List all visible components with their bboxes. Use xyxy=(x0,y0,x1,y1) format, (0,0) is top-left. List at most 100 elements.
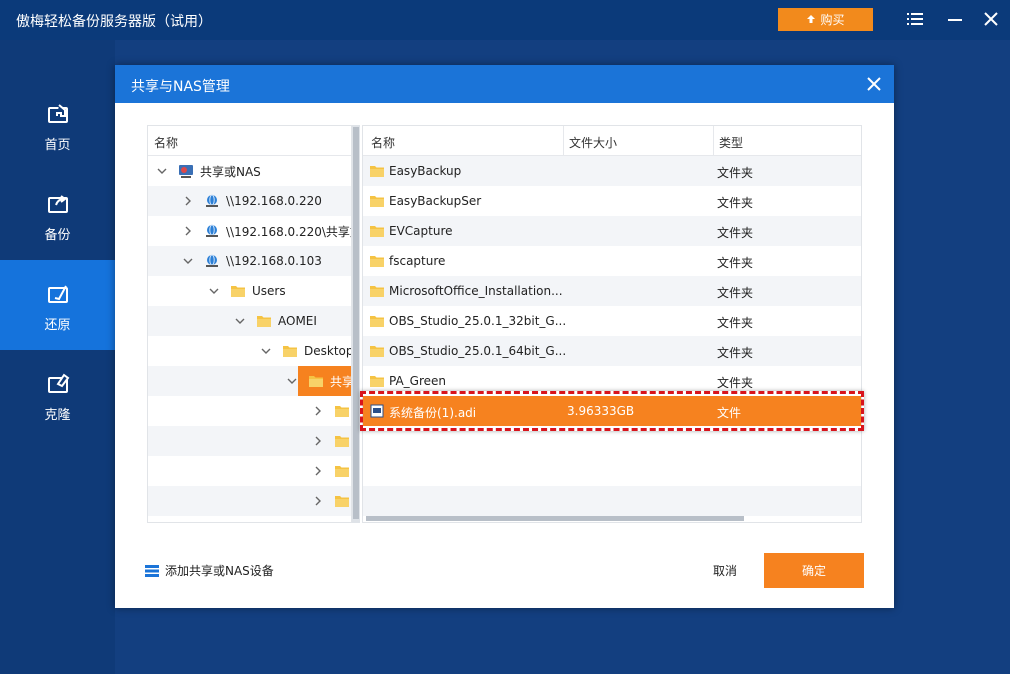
file-type: 文件夹 xyxy=(717,166,754,180)
file-row[interactable]: MicrosoftOffice_Installation... 文件夹 xyxy=(363,276,861,306)
tree-item[interactable]: \\192.168.0.220 xyxy=(148,186,351,216)
chevron-down-icon[interactable] xyxy=(286,375,298,387)
tree-item-label: AOMEI xyxy=(278,314,317,328)
list-horizontal-scrollbar[interactable] xyxy=(366,516,744,521)
selection-highlight xyxy=(360,391,864,431)
file-type: 文件夹 xyxy=(717,346,754,360)
sidebar-item-label: 还原 xyxy=(44,318,71,333)
chevron-down-icon[interactable] xyxy=(208,285,220,297)
tree-item[interactable] xyxy=(148,396,351,426)
sidebar: 首页 备份 还原 克隆 xyxy=(0,40,115,674)
folder-tree[interactable]: 名称 共享或NAS \\192.168.0.220 \\192.168.0.220\… xyxy=(147,125,352,523)
tree-item[interactable] xyxy=(148,456,351,486)
file-row[interactable]: OBS_Studio_25.0.1_32bit_G... 文件夹 xyxy=(363,306,861,336)
tree-header-label: 名称 xyxy=(154,136,179,150)
sidebar-item-clone[interactable]: 克隆 xyxy=(0,350,115,440)
file-type: 文件夹 xyxy=(717,316,754,330)
chevron-right-icon[interactable] xyxy=(182,225,194,237)
tree-item-label: 共享 xyxy=(330,374,352,389)
tree-item[interactable]: \\192.168.0.220\共享文件夹 xyxy=(148,216,351,246)
share-nas-dialog: 共享与NAS管理 名称 共享或NAS \\192.168.0.220 \\192.1… xyxy=(115,65,894,608)
sidebar-item-restore[interactable]: 还原 xyxy=(0,260,115,350)
sidebar-item-label: 首页 xyxy=(44,138,71,153)
close-icon[interactable] xyxy=(982,10,1000,28)
file-name: EasyBackup xyxy=(389,164,462,178)
tree-item[interactable]: Desktop xyxy=(148,336,352,366)
folder-icon xyxy=(369,373,385,389)
chevron-down-icon[interactable] xyxy=(260,345,272,357)
chevron-right-icon[interactable] xyxy=(312,435,324,447)
network-icon xyxy=(204,193,220,209)
chevron-right-icon[interactable] xyxy=(182,195,194,207)
folder-icon xyxy=(369,163,385,179)
folder-icon xyxy=(334,493,350,509)
restore-icon xyxy=(48,285,68,303)
add-share-nas-label: 添加共享或NAS设备 xyxy=(165,564,274,578)
tree-item[interactable]: 共享或NAS xyxy=(148,156,351,186)
minimize-icon[interactable] xyxy=(946,10,964,28)
chevron-down-icon[interactable] xyxy=(182,255,194,267)
column-header-type[interactable]: 类型 xyxy=(719,134,743,151)
column-header-size[interactable]: 文件大小 xyxy=(569,134,617,151)
tree-item[interactable] xyxy=(148,486,351,516)
folder-icon xyxy=(369,283,385,299)
chevron-right-icon[interactable] xyxy=(312,465,324,477)
home-icon xyxy=(48,104,68,123)
dialog-title: 共享与NAS管理 xyxy=(131,79,230,95)
file-name: OBS_Studio_25.0.1_64bit_G... xyxy=(389,344,567,358)
file-name: fscapture xyxy=(389,254,446,268)
sidebar-item-home[interactable]: 首页 xyxy=(0,80,115,170)
sidebar-item-backup[interactable]: 备份 xyxy=(0,170,115,260)
tree-item-label: Users xyxy=(252,284,286,298)
tree-header: 名称 xyxy=(148,126,351,156)
tree-item[interactable]: AOMEI xyxy=(148,306,351,336)
tree-item[interactable]: Users xyxy=(148,276,351,306)
file-row[interactable]: EasyBackup 文件夹 xyxy=(363,156,861,186)
chevron-down-icon[interactable] xyxy=(234,315,246,327)
file-list[interactable]: 名称 文件大小 类型 EasyBackup 文件夹 EasyBackupSer 文件夹… xyxy=(362,125,862,523)
file-row[interactable]: fscapture 文件夹 xyxy=(363,246,861,276)
folder-icon xyxy=(230,283,246,299)
folder-icon xyxy=(369,223,385,239)
tree-item-label: Desktop xyxy=(304,344,352,358)
folder-icon xyxy=(256,313,272,329)
app-title: 傲梅轻松备份服务器版（试用） xyxy=(16,14,212,30)
folder-icon xyxy=(369,313,385,329)
folder-icon xyxy=(334,433,350,449)
file-name: EVCapture xyxy=(389,224,453,238)
dialog-header: 共享与NAS管理 xyxy=(115,65,894,103)
buy-label: 购买 xyxy=(820,13,845,27)
file-name: PA_Green xyxy=(389,374,447,388)
file-row[interactable]: EVCapture 文件夹 xyxy=(363,216,861,246)
clone-icon xyxy=(48,373,70,393)
chevron-down-icon[interactable] xyxy=(156,165,168,177)
chevron-right-icon[interactable] xyxy=(312,495,324,507)
dialog-close-icon[interactable] xyxy=(866,76,882,92)
file-row[interactable]: EasyBackupSer 文件夹 xyxy=(363,186,861,216)
nas-icon xyxy=(178,163,194,179)
file-type: 文件夹 xyxy=(717,226,754,240)
ok-button[interactable]: 确定 xyxy=(764,553,864,588)
tree-item[interactable] xyxy=(148,426,351,456)
file-name: EasyBackupSer xyxy=(389,194,482,208)
chevron-right-icon[interactable] xyxy=(312,405,324,417)
empty-row xyxy=(363,486,861,516)
tree-item[interactable]: 共享 xyxy=(148,366,352,396)
file-type: 文件夹 xyxy=(717,376,754,390)
network-icon xyxy=(204,223,220,239)
menu-icon[interactable] xyxy=(906,10,924,28)
file-row[interactable]: OBS_Studio_25.0.1_64bit_G... 文件夹 xyxy=(363,336,861,366)
folder-icon xyxy=(369,253,385,269)
tree-item-label: \\192.168.0.220 xyxy=(226,194,322,208)
cancel-button[interactable]: 取消 xyxy=(695,555,755,585)
buy-button[interactable]: 购买 xyxy=(778,8,873,31)
list-header: 名称 文件大小 类型 xyxy=(363,126,861,156)
tree-scrollbar[interactable] xyxy=(352,125,360,523)
tree-item[interactable]: \\192.168.0.103 xyxy=(148,246,351,276)
add-share-nas-button[interactable]: 添加共享或NAS设备 xyxy=(145,562,274,579)
column-header-name[interactable]: 名称 xyxy=(371,134,395,151)
tree-item-label: 共享或NAS xyxy=(200,164,261,179)
title-bar: 傲梅轻松备份服务器版（试用） 购买 xyxy=(0,0,1010,40)
file-type: 文件夹 xyxy=(717,196,754,210)
list-icon xyxy=(145,564,159,577)
